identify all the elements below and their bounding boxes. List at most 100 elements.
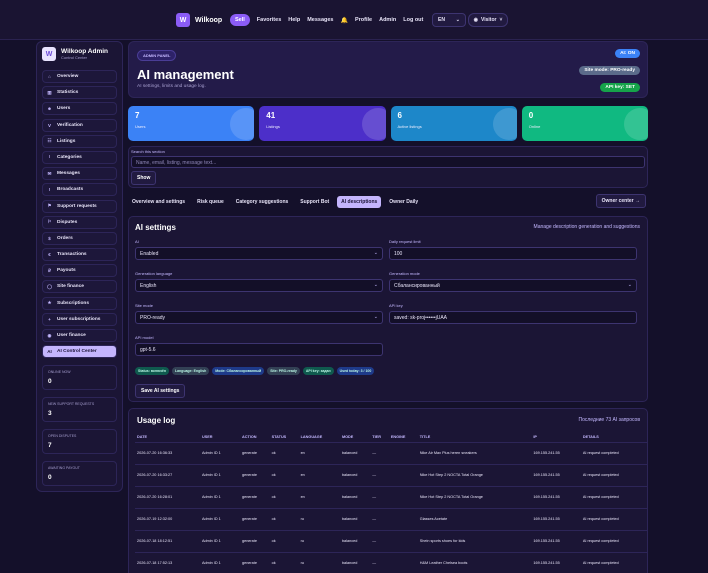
table-cell: Nike Hot Step 2 NOCTA Total Orange [417, 486, 532, 509]
column-header: MODE [339, 432, 371, 443]
table-cell: en [298, 442, 340, 465]
stat-label: ONLINE NOW [48, 370, 71, 375]
user-icon: ◉ [473, 17, 478, 23]
nav-favorites[interactable]: Favorites [257, 17, 281, 23]
genlang-select[interactable]: English ⌄ [135, 279, 383, 292]
sidebar-item[interactable]: ! Broadcasts [42, 183, 117, 197]
sidebar-item-label: Orders [57, 235, 73, 241]
table-cell: ok [269, 442, 299, 465]
column-header: IP [531, 432, 581, 443]
tab-category-suggestions[interactable]: Category suggestions [232, 196, 293, 208]
sidebar-item-icon: ▥ [47, 89, 52, 95]
site-chip: Site: PRO-ready [267, 367, 300, 375]
site-mode-badge: Site mode: PRO-ready [579, 66, 640, 75]
nav-sell[interactable]: Sell [230, 14, 250, 26]
status-chip: Status: включён [135, 367, 169, 375]
sidebar-item[interactable]: V Verification [42, 118, 117, 132]
sidebar-item-label: Support requests [57, 203, 97, 209]
usage-count: Последние 73 AI запросов [578, 417, 640, 423]
nav-help[interactable]: Help [288, 17, 300, 23]
card-decoration [624, 108, 648, 140]
brand[interactable]: W Wilkoop [176, 13, 222, 27]
sidebar-item-icon: ✉ [47, 170, 52, 176]
sidebar-item-label: Subscriptions [57, 300, 89, 306]
sidebar-item[interactable]: ◉ User finance [42, 329, 117, 342]
table-cell [388, 530, 418, 553]
main-nav: Sell Favorites Help Messages 🔔 Profile A… [230, 14, 423, 26]
table-cell: — [370, 486, 389, 509]
tab-owner-daily[interactable]: Owner Daily [385, 196, 422, 208]
sidebar-header: W Wilkoop Admin Control Center [42, 47, 117, 61]
sitemode-select[interactable]: PRO-ready ⌄ [135, 311, 383, 324]
sidebar-item[interactable]: ⌂ Overview [42, 70, 117, 83]
sidebar-item[interactable]: ₽ Payouts [42, 264, 117, 278]
table-cell: ok [269, 508, 299, 531]
table-row[interactable]: 2026-07-19 12:32:00 Admin ID 1 generate ok r… [135, 508, 647, 531]
save-ai-settings-button[interactable]: Save AI settings [135, 384, 186, 398]
table-cell: Admin ID 1 [199, 464, 240, 487]
apikey-field: API key saved: sk-proj••••••jUAA [389, 303, 637, 324]
table-cell: generate [239, 552, 270, 573]
table-row[interactable]: 2026-07-18 18:12:51 Admin ID 1 generate ok r… [135, 530, 647, 553]
sidebar-item[interactable]: ⚑ Support requests [42, 199, 117, 213]
table-row[interactable]: 2026-07-18 17:52:13 Admin ID 1 generate ok r… [135, 552, 647, 573]
sidebar-item[interactable]: ★ Subscriptions [42, 296, 117, 310]
sidebar-subtitle: Control Center [61, 55, 88, 60]
sidebar-item[interactable]: ☷ Listings [42, 134, 117, 148]
stat-value: 7 [48, 442, 52, 450]
limit-input[interactable]: 100 [389, 247, 637, 260]
genmode-select[interactable]: Сбалансированный ⌄ [389, 279, 637, 292]
bell-icon[interactable]: 🔔 [340, 17, 347, 24]
nav-admin[interactable]: Admin [379, 17, 396, 23]
table-cell [388, 442, 418, 465]
tab-risk-queue[interactable]: Risk queue [193, 196, 228, 208]
usage-title: Usage log [137, 416, 176, 425]
column-header: TIER [370, 432, 389, 443]
table-cell: 2026-07-19 12:32:00 [135, 508, 200, 531]
model-input[interactable]: gpt-5.6 [135, 343, 383, 356]
table-row[interactable]: 2026-07-20 16:33:27 Admin ID 1 generate ok e… [135, 464, 647, 487]
owner-center-button[interactable]: Owner center → [595, 194, 646, 208]
sidebar-item[interactable]: ▥ Statistics [42, 86, 117, 100]
table-row[interactable]: 2026-07-20 16:36:33 Admin ID 1 generate ok e… [135, 442, 647, 465]
sidebar-item-label: Users [57, 106, 71, 112]
table-cell: — [370, 552, 389, 573]
visitor-menu[interactable]: ◉ Visitor ˅ [468, 13, 508, 27]
table-row[interactable]: 2026-07-20 16:28:01 Admin ID 1 generate ok e… [135, 486, 647, 509]
sidebar-item[interactable]: ✉ Messages [42, 167, 117, 181]
sidebar-item[interactable]: ☻ Users [42, 102, 117, 116]
nav-profile[interactable]: Profile [355, 17, 372, 23]
nav-logout[interactable]: Log out [403, 17, 423, 23]
sidebar-item[interactable]: + User subscriptions [42, 312, 117, 326]
table-cell: Admin ID 1 [199, 530, 240, 553]
tab-ai-descriptions[interactable]: AI descriptions [337, 196, 382, 208]
sidebar-item[interactable]: ◯ Site finance [42, 280, 117, 294]
chevron-down-icon: ⌄ [455, 17, 460, 23]
ai-select[interactable]: Enabled ⌄ [135, 247, 383, 260]
column-header: USER [199, 432, 240, 443]
status-chips: Status: включён Language: English Mode: … [135, 367, 375, 375]
table-cell: AI request completed [580, 486, 647, 509]
sidebar-item[interactable]: € Transactions [42, 248, 117, 262]
genmode-field: Generation mode Сбалансированный ⌄ [389, 271, 637, 292]
sidebar-item-icon: ₽ [48, 267, 51, 273]
sidebar-item[interactable]: ⚐ Disputes [42, 215, 117, 229]
tab-overview-settings[interactable]: Overview and settings [128, 196, 189, 208]
sidebar-item[interactable]: ⁝ Categories [42, 150, 117, 164]
search-input[interactable]: Name, email, listing, message text... [131, 156, 645, 168]
tab-support-bot[interactable]: Support Bot [296, 196, 333, 208]
sidebar-item[interactable]: $ Orders [42, 231, 117, 245]
nav-messages[interactable]: Messages [307, 17, 333, 23]
table-cell: en [298, 464, 340, 487]
language-select[interactable]: EN ⌄ [432, 13, 466, 27]
sidebar-item-label: Messages [57, 171, 80, 177]
apikey-input[interactable]: saved: sk-proj••••••jUAA [389, 311, 637, 324]
model-label: API model [135, 335, 154, 340]
table-cell: ok [269, 464, 299, 487]
sidebar-item[interactable]: AI AI Control Center [42, 345, 117, 359]
usage-table: DATE USER ACTION STATUS LANGUAGE MODE TIER ENGI… [135, 432, 647, 573]
show-button[interactable]: Show [131, 171, 157, 185]
limit-field: Daily request limit 100 [389, 239, 637, 260]
chevron-down-icon: ⌄ [373, 314, 378, 320]
table-cell: balanced [339, 530, 371, 553]
